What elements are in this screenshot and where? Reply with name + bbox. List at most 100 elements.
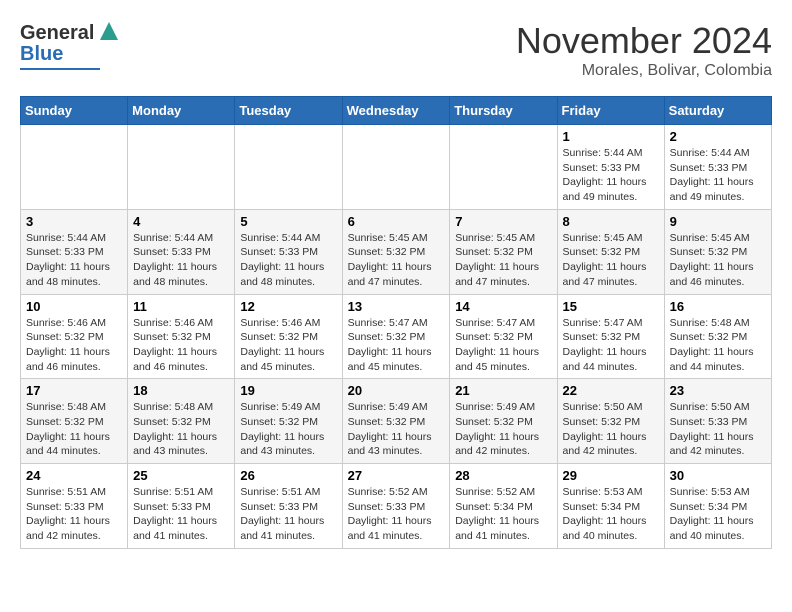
day-info: Sunrise: 5:50 AM Sunset: 5:32 PM Dayligh… (563, 400, 659, 459)
calendar-cell: 4 Sunrise: 5:44 AM Sunset: 5:33 PM Daylig… (128, 209, 235, 294)
day-info: Sunrise: 5:45 AM Sunset: 5:32 PM Dayligh… (455, 231, 551, 290)
day-number: 20 (348, 383, 445, 398)
calendar-cell: 13 Sunrise: 5:47 AM Sunset: 5:32 PM Dayli… (342, 294, 450, 379)
day-number: 8 (563, 214, 659, 229)
calendar-cell: 19Sunrise: 5:49 AM Sunset: 5:32 PM Dayli… (235, 379, 342, 464)
calendar-cell: 3 Sunrise: 5:44 AM Sunset: 5:33 PM Daylig… (21, 209, 128, 294)
calendar-week-row: 10 Sunrise: 5:46 AM Sunset: 5:32 PM Dayli… (21, 294, 772, 379)
day-info: Sunrise: 5:47 AM Sunset: 5:32 PM Dayligh… (455, 316, 551, 375)
day-info: Sunrise: 5:44 AM Sunset: 5:33 PM Dayligh… (26, 231, 122, 290)
day-info: Sunrise: 5:53 AM Sunset: 5:34 PM Dayligh… (563, 485, 659, 544)
day-info: Sunrise: 5:45 AM Sunset: 5:32 PM Dayligh… (348, 231, 445, 290)
day-number: 10 (26, 299, 122, 314)
day-number: 7 (455, 214, 551, 229)
day-number: 3 (26, 214, 122, 229)
day-number: 28 (455, 468, 551, 483)
header: General Blue November 2024 Morales, Boli… (20, 20, 772, 80)
logo: General Blue (20, 20, 120, 70)
day-number: 4 (133, 214, 229, 229)
day-number: 6 (348, 214, 445, 229)
calendar-day-header: Thursday (450, 97, 557, 125)
day-number: 5 (240, 214, 336, 229)
calendar-cell: 27 Sunrise: 5:52 AM Sunset: 5:33 PM Dayli… (342, 464, 450, 549)
day-number: 17 (26, 383, 122, 398)
calendar-header-row: SundayMondayTuesdayWednesdayThursdayFrid… (21, 97, 772, 125)
logo-triangle-icon (98, 20, 120, 42)
day-info: Sunrise: 5:44 AM Sunset: 5:33 PM Dayligh… (563, 146, 659, 205)
day-info: Sunrise: 5:46 AM Sunset: 5:32 PM Dayligh… (240, 316, 336, 375)
calendar-cell: 20 Sunrise: 5:49 AM Sunset: 5:32 PM Dayli… (342, 379, 450, 464)
calendar-cell: 16 Sunrise: 5:48 AM Sunset: 5:32 PM Dayli… (664, 294, 771, 379)
calendar-cell: 11Sunrise: 5:46 AM Sunset: 5:32 PM Dayli… (128, 294, 235, 379)
calendar-cell (235, 125, 342, 210)
day-number: 12 (240, 299, 336, 314)
day-info: Sunrise: 5:49 AM Sunset: 5:32 PM Dayligh… (240, 400, 336, 459)
calendar-cell: 18Sunrise: 5:48 AM Sunset: 5:32 PM Dayli… (128, 379, 235, 464)
calendar-cell: 24Sunrise: 5:51 AM Sunset: 5:33 PM Dayli… (21, 464, 128, 549)
calendar-cell: 1 Sunrise: 5:44 AM Sunset: 5:33 PM Daylig… (557, 125, 664, 210)
page: General Blue November 2024 Morales, Boli… (0, 0, 792, 559)
day-info: Sunrise: 5:47 AM Sunset: 5:32 PM Dayligh… (348, 316, 445, 375)
day-number: 23 (670, 383, 766, 398)
calendar-day-header: Friday (557, 97, 664, 125)
calendar-cell: 28 Sunrise: 5:52 AM Sunset: 5:34 PM Dayli… (450, 464, 557, 549)
calendar-cell: 8 Sunrise: 5:45 AM Sunset: 5:32 PM Daylig… (557, 209, 664, 294)
calendar-week-row: 3 Sunrise: 5:44 AM Sunset: 5:33 PM Daylig… (21, 209, 772, 294)
day-number: 16 (670, 299, 766, 314)
day-info: Sunrise: 5:44 AM Sunset: 5:33 PM Dayligh… (240, 231, 336, 290)
day-info: Sunrise: 5:48 AM Sunset: 5:32 PM Dayligh… (670, 316, 766, 375)
calendar-cell: 15Sunrise: 5:47 AM Sunset: 5:32 PM Dayli… (557, 294, 664, 379)
day-info: Sunrise: 5:49 AM Sunset: 5:32 PM Dayligh… (348, 400, 445, 459)
day-info: Sunrise: 5:45 AM Sunset: 5:32 PM Dayligh… (670, 231, 766, 290)
day-info: Sunrise: 5:53 AM Sunset: 5:34 PM Dayligh… (670, 485, 766, 544)
calendar-cell: 22Sunrise: 5:50 AM Sunset: 5:32 PM Dayli… (557, 379, 664, 464)
day-info: Sunrise: 5:44 AM Sunset: 5:33 PM Dayligh… (670, 146, 766, 205)
calendar-cell: 12 Sunrise: 5:46 AM Sunset: 5:32 PM Dayli… (235, 294, 342, 379)
calendar-cell: 6 Sunrise: 5:45 AM Sunset: 5:32 PM Daylig… (342, 209, 450, 294)
day-number: 27 (348, 468, 445, 483)
calendar-day-header: Monday (128, 97, 235, 125)
calendar-day-header: Tuesday (235, 97, 342, 125)
day-info: Sunrise: 5:46 AM Sunset: 5:32 PM Dayligh… (26, 316, 122, 375)
calendar-cell: 17 Sunrise: 5:48 AM Sunset: 5:32 PM Dayli… (21, 379, 128, 464)
calendar-cell: 23Sunrise: 5:50 AM Sunset: 5:33 PM Dayli… (664, 379, 771, 464)
day-info: Sunrise: 5:49 AM Sunset: 5:32 PM Dayligh… (455, 400, 551, 459)
calendar-week-row: 17 Sunrise: 5:48 AM Sunset: 5:32 PM Dayli… (21, 379, 772, 464)
calendar-day-header: Wednesday (342, 97, 450, 125)
day-number: 24 (26, 468, 122, 483)
calendar-cell (342, 125, 450, 210)
day-number: 13 (348, 299, 445, 314)
day-info: Sunrise: 5:46 AM Sunset: 5:32 PM Dayligh… (133, 316, 229, 375)
logo-blue-text: Blue (20, 43, 63, 65)
calendar-cell (21, 125, 128, 210)
day-number: 1 (563, 129, 659, 144)
day-number: 29 (563, 468, 659, 483)
month-title: November 2024 (516, 20, 772, 62)
calendar-cell: 14Sunrise: 5:47 AM Sunset: 5:32 PM Dayli… (450, 294, 557, 379)
day-info: Sunrise: 5:52 AM Sunset: 5:34 PM Dayligh… (455, 485, 551, 544)
title-area: November 2024 Morales, Bolivar, Colombia (516, 20, 772, 80)
calendar-cell: 9 Sunrise: 5:45 AM Sunset: 5:32 PM Daylig… (664, 209, 771, 294)
day-info: Sunrise: 5:44 AM Sunset: 5:33 PM Dayligh… (133, 231, 229, 290)
day-number: 21 (455, 383, 551, 398)
calendar-cell: 29 Sunrise: 5:53 AM Sunset: 5:34 PM Dayli… (557, 464, 664, 549)
logo-general-text: General (20, 22, 94, 45)
day-number: 25 (133, 468, 229, 483)
day-info: Sunrise: 5:47 AM Sunset: 5:32 PM Dayligh… (563, 316, 659, 375)
day-number: 30 (670, 468, 766, 483)
day-number: 2 (670, 129, 766, 144)
calendar-week-row: 1 Sunrise: 5:44 AM Sunset: 5:33 PM Daylig… (21, 125, 772, 210)
calendar-cell: 7 Sunrise: 5:45 AM Sunset: 5:32 PM Daylig… (450, 209, 557, 294)
calendar-cell (450, 125, 557, 210)
day-info: Sunrise: 5:48 AM Sunset: 5:32 PM Dayligh… (26, 400, 122, 459)
day-number: 26 (240, 468, 336, 483)
calendar-table: SundayMondayTuesdayWednesdayThursdayFrid… (20, 96, 772, 549)
day-info: Sunrise: 5:45 AM Sunset: 5:32 PM Dayligh… (563, 231, 659, 290)
logo-underline (20, 68, 100, 70)
day-number: 9 (670, 214, 766, 229)
calendar-cell (128, 125, 235, 210)
calendar-day-header: Sunday (21, 97, 128, 125)
day-info: Sunrise: 5:52 AM Sunset: 5:33 PM Dayligh… (348, 485, 445, 544)
calendar-cell: 25Sunrise: 5:51 AM Sunset: 5:33 PM Dayli… (128, 464, 235, 549)
calendar-cell: 2 Sunrise: 5:44 AM Sunset: 5:33 PM Daylig… (664, 125, 771, 210)
